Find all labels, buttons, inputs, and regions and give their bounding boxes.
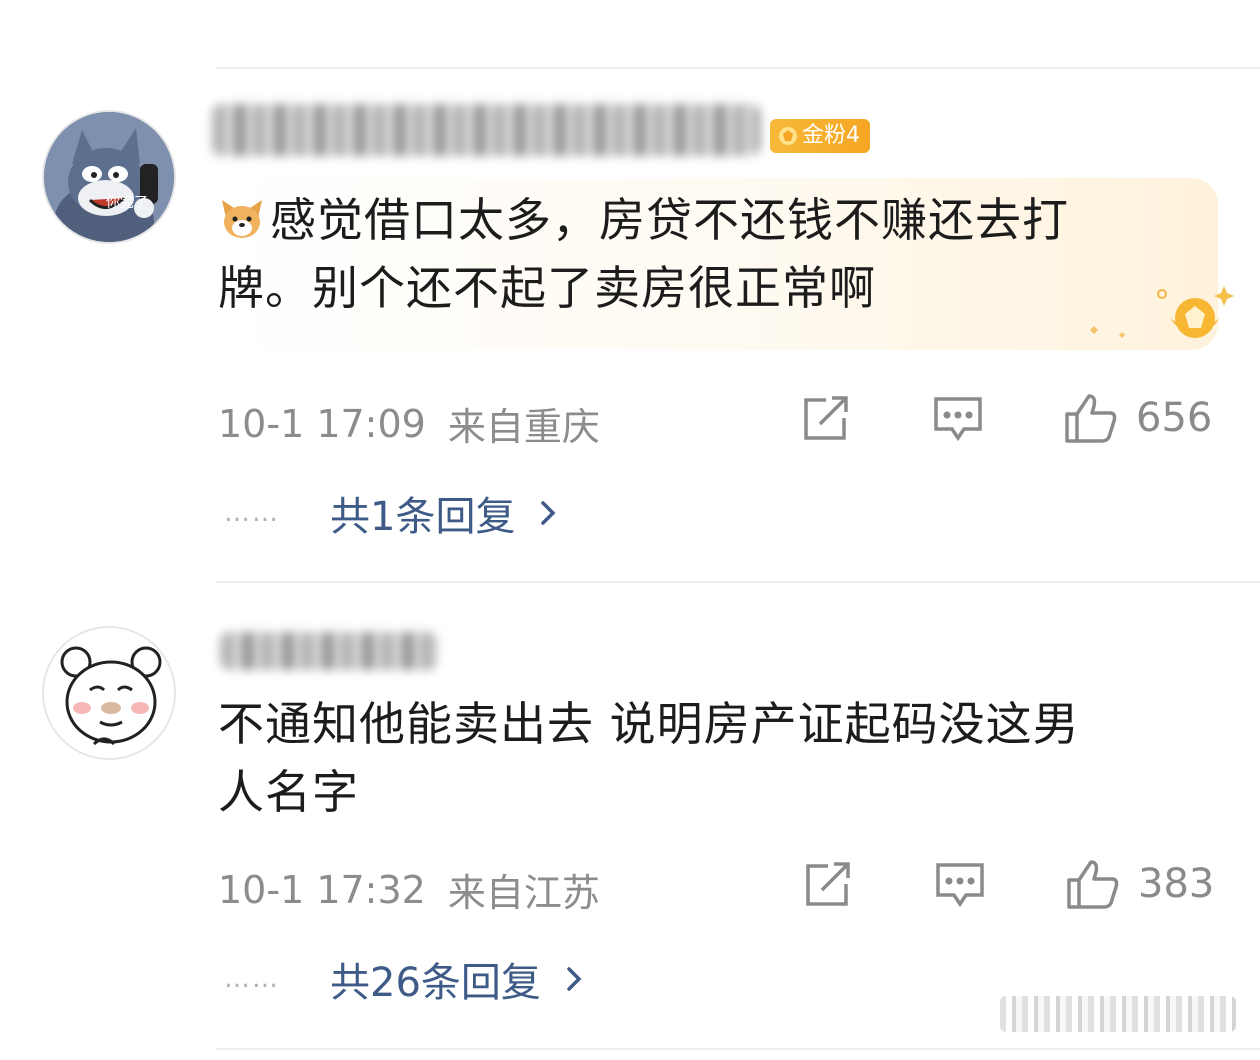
avatar[interactable] [42,626,176,760]
chevron-right-icon [541,501,556,525]
replies-dots: …… [224,964,280,994]
fan-gem-icon [779,127,797,145]
username-blurred[interactable] [220,632,438,670]
thumbs-up-icon [1065,394,1117,443]
thumbs-up-icon [1067,860,1119,909]
like-count: 383 [1138,861,1215,907]
comment-text-line1: 感觉借口太多，房贷不还钱不赚还去打 [270,193,1069,247]
bear-avatar-image [44,628,174,758]
comment-location: 来自重庆 [447,405,600,449]
avatar[interactable]: 你完了 [42,110,176,244]
fan-level-badge[interactable]: 金粉4 [770,119,870,153]
watermark-blurred [1000,996,1236,1032]
comment-meta: 10-1 17:09 来自重庆 [218,396,600,451]
comment-button[interactable] [932,394,984,444]
comment-meta: 10-1 17:32 来自江苏 [218,862,600,917]
cat-avatar-image [44,112,174,242]
replies-dots: …… [224,498,280,528]
fan-badge-label: 金粉4 [802,123,860,148]
replies-label: 共1条回复 [330,494,516,540]
bottom-divider [216,1048,1260,1050]
share-icon [806,862,850,906]
comment-text-line1: 不通知他能卖出去 说明房产证起码没这男 [218,697,1080,751]
comment-icon [934,397,982,442]
replies-label: 共26条回复 [330,960,541,1006]
username-blurred[interactable] [212,104,760,156]
share-button[interactable] [800,394,852,444]
comment-time: 10-1 17:32 [218,867,426,912]
comment-text-line2: 牌。别个还不起了卖房很正常啊 [218,261,876,315]
like-button[interactable]: 656 [1064,392,1212,444]
share-button[interactable] [802,860,854,910]
avatar-caption: 你完了 [106,195,148,211]
comment-icon [936,863,984,908]
sparkle-decoration [1090,326,1125,338]
comment-text-line2: 人名字 [218,765,359,819]
comment-location: 来自江苏 [447,871,600,915]
comment-text: 不通知他能卖出去 说明房产证起码没这男 人名字 [218,690,1208,826]
chevron-right-icon [567,967,582,991]
like-button[interactable]: 383 [1066,858,1214,910]
comment-time: 10-1 17:09 [218,401,426,446]
top-divider [216,67,1260,69]
share-icon [804,396,848,440]
comment-text: 感觉借口太多，房贷不还钱不赚还去打 牌。别个还不起了卖房很正常啊 [218,186,1198,322]
like-count: 656 [1136,395,1213,441]
view-replies-link[interactable]: 共26条回复 [330,950,589,1008]
view-replies-link[interactable]: 共1条回复 [330,484,563,542]
comment-button[interactable] [934,860,986,910]
dog-face-emoji-icon [218,192,266,240]
comment-divider [216,581,1260,583]
